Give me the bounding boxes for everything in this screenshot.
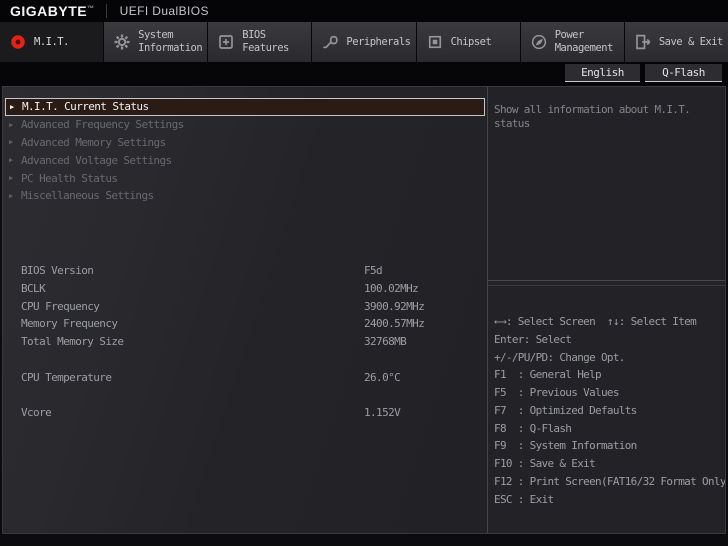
menu-item-label: Advanced Voltage Settings <box>21 153 172 167</box>
status-label: Memory Frequency <box>21 317 118 331</box>
mit-menu: ▶ M.I.T. Current Status ▶ Advanced Frequ… <box>3 98 487 205</box>
status-row-cpu-temperature: CPU Temperature 26.0°C <box>3 369 487 387</box>
menu-item-mit-current-status[interactable]: ▶ M.I.T. Current Status <box>5 98 485 116</box>
legend-line: F12 : Print Screen(FAT16/32 Format Only) <box>494 474 725 488</box>
menu-item-advanced-memory-settings[interactable]: ▶ Advanced Memory Settings <box>3 134 487 152</box>
brand-divider <box>105 4 107 18</box>
status-row-memory-frequency: Memory Frequency 2400.57MHz <box>3 315 487 333</box>
menu-item-label: Advanced Frequency Settings <box>21 118 184 132</box>
submenu-arrow-icon: ▶ <box>9 120 13 129</box>
bios-title: UEFI DualBIOS <box>119 4 209 18</box>
legend-line: F8 : Q-Flash <box>494 421 572 435</box>
tab-label: M.I.T. <box>34 35 69 48</box>
menu-item-miscellaneous-settings[interactable]: ▶ Miscellaneous Settings <box>3 187 487 205</box>
gigabyte-logo: GIGABYTE™ <box>10 3 95 19</box>
key-legend: ←→: Select Screen ↑↓: Select Item Enter:… <box>494 313 725 508</box>
settings-panel: ▶ M.I.T. Current Status ▶ Advanced Frequ… <box>3 87 487 533</box>
tab-mit[interactable]: M.I.T. <box>0 22 104 62</box>
tab-label: Chipset <box>450 35 492 48</box>
tab-power-management[interactable]: Power Management <box>520 22 624 62</box>
status-label: BCLK <box>21 281 46 295</box>
help-panel: Show all information about M.I.T. status… <box>487 87 725 533</box>
menu-item-advanced-frequency-settings[interactable]: ▶ Advanced Frequency Settings <box>3 116 487 134</box>
status-value: 100.02MHz <box>364 281 419 295</box>
bios-chip-icon <box>217 33 235 51</box>
submenu-arrow-icon: ▶ <box>9 138 13 147</box>
tab-system-information[interactable]: System Information <box>104 22 208 62</box>
main-panel: ▶ M.I.T. Current Status ▶ Advanced Frequ… <box>2 86 726 534</box>
status-row-vcore: Vcore 1.152V <box>3 404 487 422</box>
legend-line: Enter: Select <box>494 332 572 346</box>
status-value: 2400.57MHz <box>364 317 425 331</box>
submenu-arrow-icon: ▶ <box>9 174 13 183</box>
menu-item-label: M.I.T. Current Status <box>22 100 149 114</box>
menu-item-label: Miscellaneous Settings <box>21 189 154 203</box>
menu-item-label: PC Health Status <box>21 171 118 185</box>
status-value: 26.0°C <box>364 370 401 384</box>
save-exit-door-icon <box>634 33 652 51</box>
status-row-bios-version: BIOS Version F5d <box>3 262 487 280</box>
menu-item-pc-health-status[interactable]: ▶ PC Health Status <box>3 169 487 187</box>
power-leaf-icon <box>530 33 548 51</box>
mit-target-icon <box>9 33 27 51</box>
top-bar: GIGABYTE™ UEFI DualBIOS <box>0 0 728 22</box>
status-value: F5d <box>364 264 383 277</box>
tab-peripherals[interactable]: Peripherals <box>312 22 416 62</box>
qflash-button[interactable]: Q-Flash <box>645 64 722 82</box>
menu-item-label: Advanced Memory Settings <box>21 135 166 149</box>
legend-line: ESC : Exit <box>494 492 554 506</box>
legend-line: F1 : General Help <box>494 368 602 382</box>
peripherals-plug-icon <box>321 33 339 51</box>
status-value: 3900.92MHz <box>364 299 425 313</box>
tab-label: BIOS Features <box>242 29 289 54</box>
legend-line: F7 : Optimized Defaults <box>494 403 637 417</box>
menu-item-advanced-voltage-settings[interactable]: ▶ Advanced Voltage Settings <box>3 151 487 169</box>
status-label: CPU Temperature <box>21 370 112 384</box>
status-row-cpu-frequency: CPU Frequency 3900.92MHz <box>3 298 487 316</box>
tab-label: System Information <box>138 29 203 54</box>
help-panel-divider <box>488 280 725 286</box>
status-label: CPU Frequency <box>21 299 100 313</box>
status-value: 1.152V <box>364 406 401 420</box>
tab-bar: M.I.T. System Information BIOS Features Pe… <box>0 22 728 62</box>
status-value: 32768MB <box>364 335 407 349</box>
submenu-arrow-icon: ▶ <box>9 156 13 165</box>
chipset-icon <box>426 33 444 51</box>
status-label: BIOS Version <box>21 264 94 277</box>
status-row-bclk: BCLK 100.02MHz <box>3 280 487 298</box>
legend-line: F10 : Save & Exit <box>494 457 596 470</box>
status-label: Total Memory Size <box>21 335 124 349</box>
secondary-toolbar: English Q-Flash <box>0 62 728 86</box>
status-label: Vcore <box>21 406 52 420</box>
language-button[interactable]: English <box>565 64 640 82</box>
submenu-arrow-icon: ▶ <box>9 191 13 200</box>
tab-save-exit[interactable]: Save & Exit <box>624 22 728 62</box>
status-list: BIOS Version F5d BCLK 100.02MHz CPU Freq… <box>3 262 487 422</box>
tab-chipset[interactable]: Chipset <box>416 22 520 62</box>
tab-label: Peripherals <box>346 35 411 48</box>
legend-line: +/-/PU/PD: Change Opt. <box>494 350 625 364</box>
legend-line: ←→: Select Screen ↑↓: Select Item <box>494 315 697 328</box>
legend-line: F5 : Previous Values <box>494 386 619 399</box>
tab-label: Save & Exit <box>658 35 723 48</box>
legend-line: F9 : System Information <box>494 439 637 453</box>
status-row-total-memory-size: Total Memory Size 32768MB <box>3 333 487 351</box>
gear-icon <box>113 33 131 51</box>
tab-bios-features[interactable]: BIOS Features <box>208 22 312 62</box>
submenu-arrow-icon: ▶ <box>10 102 14 111</box>
item-help-text: Show all information about M.I.T. status <box>494 103 691 130</box>
tab-label: Power Management <box>554 29 613 54</box>
